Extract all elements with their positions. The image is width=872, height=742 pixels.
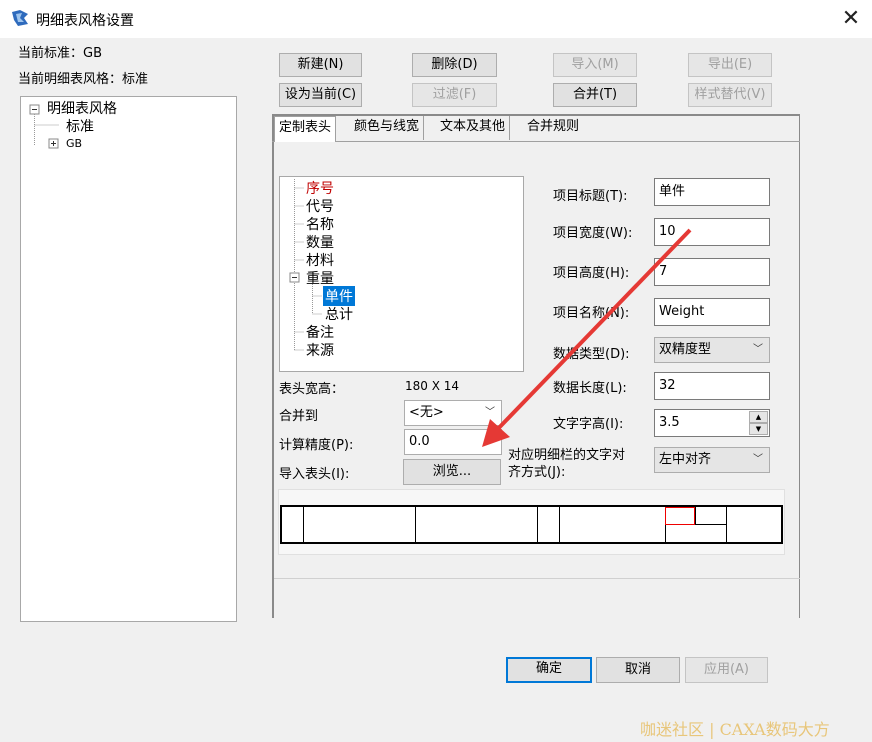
watermark-text: 咖迷社区 | CAXA数码大方 <box>640 720 830 739</box>
item-title-label: 项目标题(T): <box>553 189 628 204</box>
window-title: 明细表风格设置 <box>36 13 134 29</box>
header-preview <box>280 505 783 544</box>
tab-custom-header[interactable]: 定制表头 <box>274 116 337 142</box>
preview-divider <box>303 507 304 542</box>
tab-text-other[interactable]: 文本及其他 <box>436 116 511 140</box>
panel-separator <box>274 578 800 579</box>
header-item-material[interactable]: 材料 <box>306 250 334 270</box>
precision-value: 0.0 <box>409 434 430 449</box>
filter-button[interactable]: 过滤(F) <box>412 83 497 107</box>
style-replace-button[interactable]: 样式替代(V) <box>688 83 772 107</box>
cancel-button[interactable]: 取消 <box>596 657 680 683</box>
header-item-serial[interactable]: 序号 <box>306 178 334 198</box>
tree-item-standard[interactable]: 标准 <box>66 116 94 136</box>
tab-divider <box>272 141 800 142</box>
current-standard-label: 当前标准：GB <box>18 46 102 61</box>
header-item-remark[interactable]: 备注 <box>306 322 334 342</box>
header-item-source[interactable]: 来源 <box>306 340 334 360</box>
app-icon <box>12 10 28 26</box>
header-item-quantity[interactable]: 数量 <box>306 232 334 252</box>
preview-selected-cell <box>665 507 695 525</box>
header-item-code[interactable]: 代号 <box>306 196 334 216</box>
apply-button[interactable]: 应用(A) <box>685 657 768 683</box>
preview-divider <box>726 507 727 542</box>
browse-button[interactable]: 浏览... <box>403 459 501 485</box>
tab-merge-rules[interactable]: 合并规则 <box>523 116 583 140</box>
preview-divider <box>559 507 560 542</box>
spin-down-icon[interactable]: ▼ <box>749 423 768 435</box>
preview-divider <box>415 507 416 542</box>
preview-subdivider <box>695 507 696 524</box>
merge-to-value: <无> <box>409 405 444 420</box>
header-item-total[interactable]: 总计 <box>325 304 353 324</box>
current-style-label: 当前明细表风格：标准 <box>18 72 149 87</box>
set-current-button[interactable]: 设为当前(C) <box>279 83 362 107</box>
header-item-name[interactable]: 名称 <box>306 214 334 234</box>
align-label-line2: 齐方式(J): <box>508 465 566 480</box>
close-button[interactable]: ✕ <box>836 4 866 34</box>
spin-up-icon[interactable]: ▲ <box>749 411 768 423</box>
chevron-down-icon: ﹀ <box>753 344 763 355</box>
tree-root[interactable]: 明细表风格 <box>47 98 117 118</box>
preview-divider <box>537 507 538 542</box>
header-size-label: 表头宽高： <box>279 382 345 397</box>
tab-color-linewidth[interactable]: 颜色与线宽 <box>350 116 425 140</box>
import-button[interactable]: 导入(M) <box>553 53 637 77</box>
merge-button[interactable]: 合并(T) <box>553 83 637 107</box>
ok-button[interactable]: 确定 <box>506 657 592 683</box>
import-header-label: 导入表头(I): <box>279 467 350 482</box>
tree-item-gb[interactable]: GB <box>66 137 82 150</box>
header-item-weight[interactable]: 重量 <box>306 268 334 288</box>
export-button[interactable]: 导出(E) <box>688 53 772 77</box>
merge-to-label: 合并到 <box>279 409 319 424</box>
style-tree-panel[interactable]: 明细表风格 标准 GB <box>20 96 237 622</box>
header-size-value: 180 X 14 <box>405 379 460 393</box>
delete-button[interactable]: 删除(D) <box>412 53 497 77</box>
annotation-arrow <box>482 228 692 447</box>
new-button[interactable]: 新建(N) <box>279 53 362 77</box>
header-item-unit-selected[interactable]: 单件 <box>323 286 355 306</box>
title-bar: 明细表风格设置 ✕ <box>0 0 872 38</box>
precision-label: 计算精度(P): <box>279 438 354 453</box>
expand-icon[interactable] <box>48 138 60 150</box>
item-title-input[interactable]: 单件 <box>654 178 770 206</box>
chevron-down-icon: ﹀ <box>753 454 763 465</box>
